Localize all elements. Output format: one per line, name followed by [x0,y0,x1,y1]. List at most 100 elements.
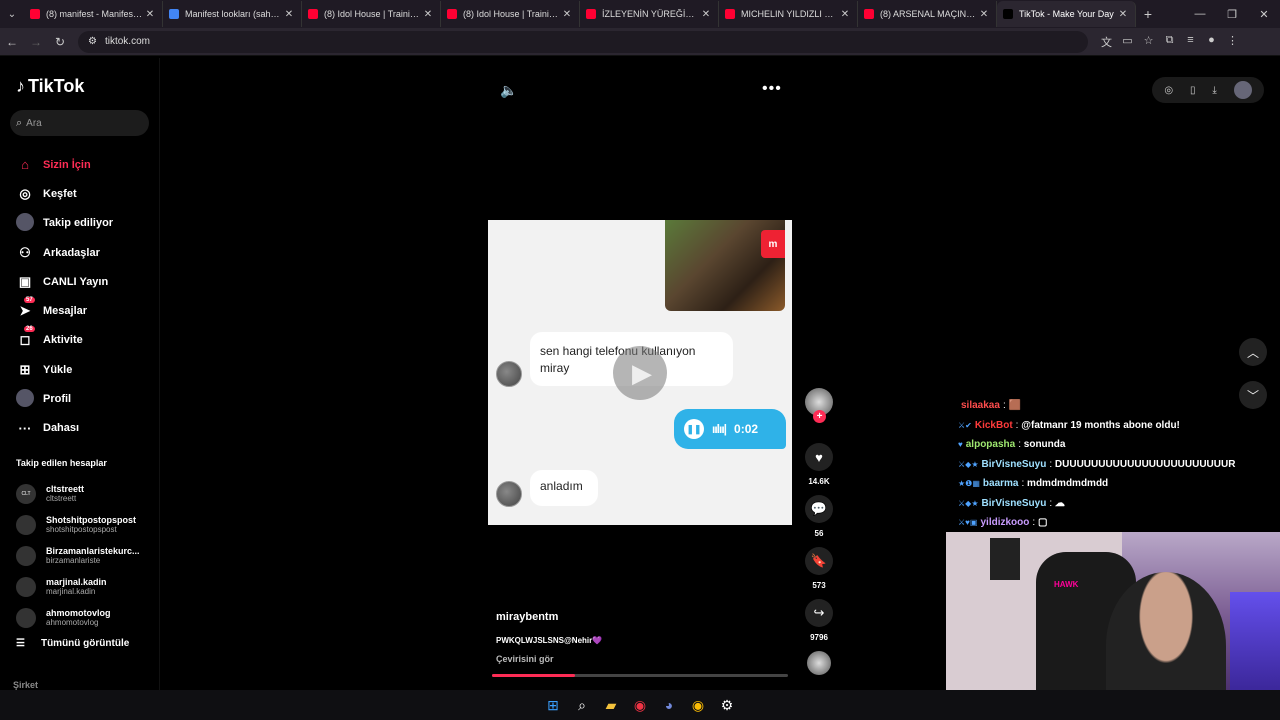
tab-favicon-icon [169,9,179,19]
chat-message: @fatmanr 19 months abone oldu! [1021,419,1180,431]
nav-item[interactable]: ◎ Keşfet [16,179,156,208]
reload-icon[interactable]: ↻ [48,35,72,49]
video-progress-bar[interactable] [492,674,788,677]
follow-plus-icon[interactable]: + [813,410,826,423]
chrome-active-icon[interactable]: ◉ [684,693,713,717]
forward-icon[interactable]: → [24,35,48,49]
nav-item[interactable]: ▣ CANLI Yayın [16,267,156,296]
extensions-icon[interactable]: ⧉ [1159,34,1180,50]
browser-tab[interactable]: İZLEYENİN YÜREĞİNİ HOP ✕ [580,1,719,27]
nav-item[interactable]: ··· Dahası [16,414,156,443]
tab-search-icon[interactable]: ⌄ [0,0,24,28]
video-description: PWKQLWJSLSNS@Nehir💜 [496,636,603,645]
back-icon[interactable]: ← [0,35,24,49]
media-icon[interactable]: ≡ [1180,34,1201,50]
nav-item[interactable]: ⊞ Yükle [16,355,156,384]
close-window-icon[interactable]: ✕ [1248,8,1280,21]
chat-avatar [496,481,522,507]
pause-icon: ❚❚ [684,419,704,439]
new-tab-button[interactable]: + [1136,6,1160,22]
see-translation-link[interactable]: Çevirisini gör [496,654,554,664]
search-placeholder: Ara [26,117,42,129]
restore-icon[interactable]: ❐ [1216,8,1248,21]
search-input[interactable]: ⌕ Ara [10,110,149,136]
device-icon[interactable]: ▯ [1190,85,1196,96]
save-count: 573 [812,581,826,590]
video-author[interactable]: miraybentm [496,611,558,623]
tab-close-icon[interactable]: ✕ [700,9,712,20]
tab-close-icon[interactable]: ✕ [839,9,851,20]
download-icon[interactable]: ⤓ [1212,85,1216,96]
taskbar-search-icon[interactable]: ⌕ [568,693,597,717]
messages-icon: ➤ [19,303,31,319]
like-heart-icon[interactable]: ♥ [805,443,833,471]
browser-tab[interactable]: Manifest lookları (sahne v ✕ [163,1,302,27]
bookmark-icon[interactable]: 🔖 [805,547,833,575]
tab-close-icon[interactable]: ✕ [1117,9,1129,20]
browser-tab[interactable]: TikTok - Make Your Day ✕ [997,1,1136,27]
browser-tab[interactable]: (8) Idol House | Training ( ✕ [302,1,441,27]
volume-icon[interactable]: 🔈 [500,82,517,99]
chat-message: DUUUUUUUUUUUUUUUUUUUUUUUR [1054,458,1236,470]
account-name: ahmomotovlog [46,608,111,618]
chat-avatar [496,361,522,387]
menu-icon[interactable]: ⋮ [1222,34,1243,50]
tab-close-icon[interactable]: ✕ [283,9,295,20]
browser-tab[interactable]: MICHELIN YILDIZLI SOKAK ✕ [719,1,858,27]
cast-icon[interactable]: ▭ [1117,34,1138,50]
nav-label: Profil [43,393,72,406]
nav-item[interactable]: Takip ediliyor [16,209,156,238]
nav-item[interactable]: ➤ 57 Mesajlar [16,296,156,325]
music-disc-icon[interactable] [807,651,831,675]
following-account[interactable]: Shotshitpostopspost shotshitpostopspost [16,509,156,540]
tab-close-icon[interactable]: ✕ [422,9,434,20]
browser-tab[interactable]: (8) manifest - Manifest (A ✕ [24,1,163,27]
account-avatar [16,514,36,535]
tab-close-icon[interactable]: ✕ [978,9,990,20]
view-all-link[interactable]: ☰ Tümünü görüntüle [16,638,129,649]
chat-badges: ♥ [958,440,963,450]
webcam-poster [990,538,1020,580]
browser-tab-bar: ⌄ (8) manifest - Manifest (A ✕ Manifest … [0,0,1280,28]
tab-title: (8) Idol House | Training ( [463,9,561,19]
following-account[interactable]: ahmomotovlog ahmomotovlog [16,602,156,633]
site-info-icon[interactable]: ⚙ [88,36,97,47]
nav-item[interactable]: ◻ 26 Aktivite [16,326,156,355]
chat-line: ⚔◆★ BirVisneSuyu: DUUUUUUUUUUUUUUUUUUUUU… [958,458,1236,470]
tab-favicon-icon [1003,9,1013,19]
minimize-icon[interactable]: — [1184,8,1216,21]
previous-video-chevron-up-icon[interactable]: ︿ [1239,338,1267,366]
more-options-icon[interactable]: ••• [762,80,782,98]
nav-item[interactable]: Profil [16,384,156,413]
profile-icon[interactable]: ● [1201,34,1222,50]
file-explorer-icon[interactable]: ▰ [597,693,626,717]
browser-tab[interactable]: (8) Idol House | Training ( ✕ [441,1,580,27]
company-link[interactable]: Şirket [13,680,38,690]
coin-icon[interactable]: ◎ [1164,85,1173,96]
windows-start-icon[interactable]: ⊞ [539,693,568,717]
following-account[interactable]: Birzamanlaristekurc... birzamanlariste [16,540,156,571]
nav-item[interactable]: ⚇ Arkadaşlar [16,238,156,267]
tiktok-logo[interactable]: ♪ TikTok [16,76,84,97]
account-avatar [16,607,36,628]
video-player[interactable]: m sen hangi telefonu kullanıyon miray ❚❚… [488,220,792,525]
url-field[interactable]: ⚙ tiktok.com [78,30,1088,53]
bookmark-star-icon[interactable]: ☆ [1138,34,1159,50]
following-list: CLT cltstreett cltstreett Shotshitpostop… [16,478,156,633]
translate-icon[interactable]: 文 [1096,34,1117,50]
activity-icon: ◻ [19,332,31,348]
settings-gear-icon[interactable]: ⚙ [713,693,742,717]
nav-item[interactable]: ⌂ Sizin İçin [16,150,156,179]
tab-close-icon[interactable]: ✕ [144,9,156,20]
following-account[interactable]: marjinal.kadin marjinal.kadin [16,571,156,602]
play-icon[interactable]: ▶ [613,346,667,400]
tab-close-icon[interactable]: ✕ [561,9,573,20]
browser-tab[interactable]: (8) ARSENAL MAÇINA GİT ✕ [858,1,997,27]
chrome-icon[interactable]: ◉ [626,693,655,717]
following-account[interactable]: CLT cltstreett cltstreett [16,478,156,509]
share-icon[interactable]: ↪ [805,599,833,627]
discord-icon[interactable]: ◕ [655,693,684,717]
comment-icon[interactable]: 💬 [805,495,833,523]
user-avatar[interactable] [1233,81,1252,99]
creator-avatar[interactable]: + [805,388,833,423]
